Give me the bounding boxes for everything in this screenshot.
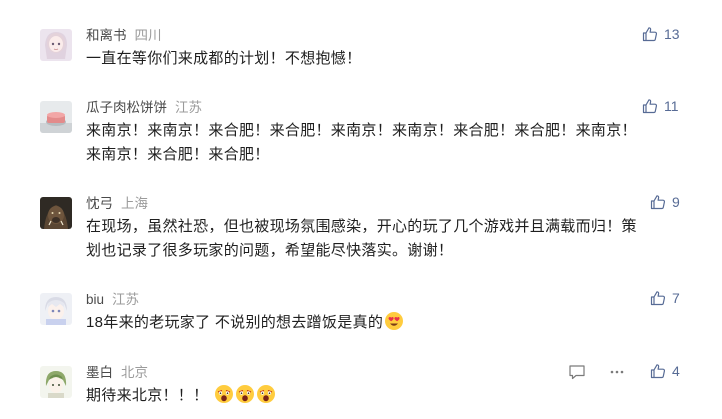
comment-meta: 忱弓 上海 [86, 195, 148, 213]
thumbs-up-icon [650, 195, 666, 210]
boar-avatar-icon [40, 197, 72, 229]
thumbs-up-icon [642, 99, 658, 114]
comment-text: 一直在等你们来成都的计划！不想抱憾！ [86, 50, 362, 67]
like-count: 9 [672, 194, 680, 210]
comment-meta: 和离书 四川 [86, 27, 162, 45]
thumbs-up-icon [642, 27, 658, 42]
anime-girl-avatar-icon [40, 29, 72, 61]
comment-text-line: 期待来北京！！！ [86, 387, 209, 404]
comment-text: 在现场，虽然社恐，但也被现场氛围感染，开心的玩了几个游戏并且满载而归！策 划也记… [86, 215, 686, 263]
thumbs-up-icon [650, 291, 666, 306]
avatar[interactable] [40, 29, 72, 61]
commenter-location: 上海 [121, 196, 148, 211]
comment-text-line: 18年来的老玩家了 不说别的想去蹭饭是真的 [86, 314, 384, 331]
like-button[interactable]: 7 [650, 288, 680, 308]
commenter-location: 北京 [121, 365, 148, 380]
comment-meta: 瓜子肉松饼饼 江苏 [86, 99, 202, 117]
comment-text-line: 在现场，虽然社恐，但也被现场氛围感染，开心的玩了几个游戏并且满载而归！策 [86, 218, 637, 235]
comment-list: 和离书 四川 一直在等你们来成都的计划！不想抱憾！ 13 瓜子肉松饼饼 江苏 来南京… [0, 0, 722, 419]
anime-boy-avatar-icon [40, 293, 72, 325]
avatar[interactable] [40, 293, 72, 325]
avatar[interactable] [40, 101, 72, 133]
commenter-name[interactable]: 忱弓 [86, 196, 113, 211]
comment-meta: biu 江苏 [86, 291, 139, 309]
comment-meta: 墨白 北京 [86, 364, 148, 382]
avatar[interactable] [40, 366, 72, 398]
commenter-location: 江苏 [175, 100, 202, 115]
like-count: 11 [664, 98, 679, 114]
like-count: 7 [672, 290, 680, 306]
avatar[interactable] [40, 197, 72, 229]
cake-avatar-icon [40, 101, 72, 133]
more-icon[interactable] [608, 363, 626, 381]
like-button[interactable]: 9 [650, 192, 680, 212]
heart-eyes-emoji-icon [385, 312, 404, 330]
reply-icon[interactable] [568, 363, 586, 381]
screaming-face-emoji-icon [214, 385, 233, 403]
commenter-location: 江苏 [112, 292, 140, 307]
screaming-face-emoji-icon [235, 385, 254, 403]
commenter-location: 四川 [134, 28, 162, 43]
comment-text-line: 划也记录了很多玩家的问题，希望能尽快落实。谢谢！ [86, 242, 454, 259]
comment-text: 来南京！来南京！来合肥！来合肥！来南京！来南京！来合肥！来合肥！来南京！ 来南京… [86, 119, 686, 167]
commenter-name[interactable]: biu [86, 292, 104, 307]
thumbs-up-icon [650, 364, 666, 379]
comment-text-line: 来南京！来合肥！来合肥！ [86, 146, 270, 163]
commenter-name[interactable]: 和离书 [86, 28, 127, 43]
like-button[interactable]: 13 [642, 24, 680, 44]
commenter-name[interactable]: 瓜子肉松饼饼 [86, 100, 167, 115]
green-hair-avatar-icon [40, 366, 72, 398]
like-button[interactable]: 11 [642, 96, 679, 116]
like-count: 4 [672, 363, 680, 379]
like-count: 13 [664, 26, 680, 42]
comment-text-line: 来南京！来南京！来合肥！来合肥！来南京！来南京！来合肥！来合肥！来南京！ [86, 122, 637, 139]
like-button[interactable]: 4 [650, 361, 680, 381]
screaming-face-emoji-icon [256, 385, 275, 403]
comment-text: 18年来的老玩家了 不说别的想去蹭饭是真的 [86, 311, 686, 335]
commenter-name[interactable]: 墨白 [86, 365, 113, 380]
comment-text: 期待来北京！！！ [86, 384, 686, 408]
comment-toolbar [568, 363, 648, 381]
